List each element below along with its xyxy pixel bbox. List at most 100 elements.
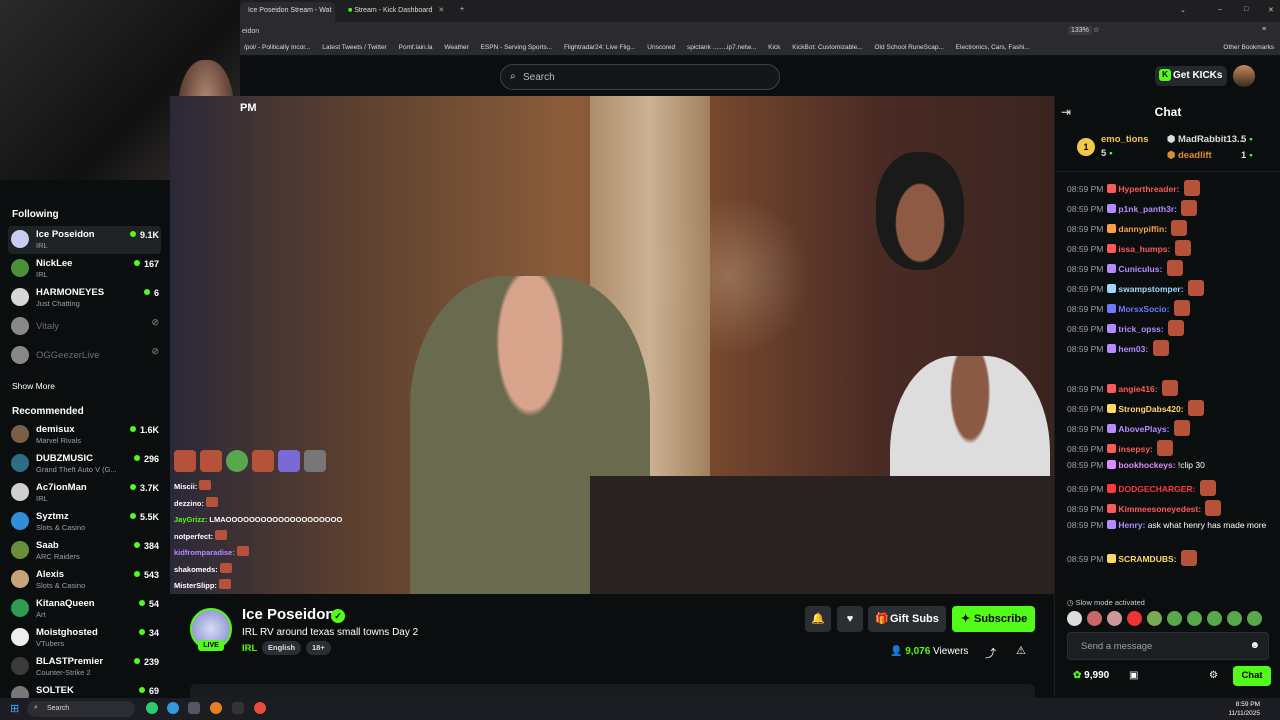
- bookmark-item[interactable]: /pol/ - Politically Incor...: [244, 44, 310, 51]
- bookmark-item[interactable]: KickBot: Customizable...: [792, 44, 862, 51]
- emote-icon[interactable]: [1227, 611, 1242, 626]
- chat-message[interactable]: 08:59 PM AbovePlays:: [1067, 420, 1275, 436]
- chat-message[interactable]: 08:59 PM SCRAMDUBS:: [1067, 550, 1275, 566]
- bookmark-star-icon[interactable]: ☆: [1093, 26, 1099, 34]
- leader-name[interactable]: ⬢ MadRabbit13...: [1167, 134, 1245, 145]
- bookmark-item[interactable]: Old School RuneScap...: [874, 44, 943, 51]
- channel-points[interactable]: ✿ 9,990: [1073, 670, 1109, 681]
- video-player[interactable]: PM Miscii: dezzino: JayGrizz: LMAOOOOOOOOOO…: [170, 96, 1054, 594]
- share-icon[interactable]: ⤴: [985, 645, 996, 661]
- chat-message[interactable]: 08:59 PM swampstomper:: [1067, 280, 1275, 296]
- chat-message[interactable]: 08:59 PM trick_opss:: [1067, 320, 1275, 336]
- zoom-level[interactable]: 133%: [1068, 26, 1092, 35]
- chat-message[interactable]: 08:59 PM insepsy:: [1067, 440, 1275, 456]
- chat-message[interactable]: 08:59 PM bookhockeys: !clip 30: [1067, 460, 1275, 471]
- sidebar-item-vitaly[interactable]: Vitaly ⊘: [8, 313, 161, 341]
- maximize-icon[interactable]: □: [1236, 2, 1252, 22]
- emote-icon[interactable]: [1127, 611, 1142, 626]
- message-user[interactable]: Kimmeesoneyedest:: [1118, 504, 1201, 514]
- subscribe-button[interactable]: ✦ Subscribe: [952, 606, 1035, 632]
- tab-ice-poseidon[interactable]: Ice Poseidon Stream - Wat✕: [240, 2, 335, 22]
- chat-message[interactable]: 08:59 PM p1nk_panth3r:: [1067, 200, 1275, 216]
- report-icon[interactable]: ⚠: [1016, 644, 1026, 657]
- chat-message[interactable]: 08:59 PM DODGECHARGER:: [1067, 480, 1275, 496]
- close-icon[interactable]: ✕: [438, 7, 444, 14]
- sidebar-item-ice-poseidon[interactable]: Ice Poseidon IRL 9.1K: [8, 226, 161, 254]
- steam-icon[interactable]: [188, 702, 200, 714]
- window-close-icon[interactable]: ✕: [1260, 2, 1276, 22]
- app-icon[interactable]: [254, 702, 266, 714]
- sidebar-item-kitanaqueen[interactable]: KitanaQueen Art 54: [8, 595, 161, 623]
- sidebar-item-oggeezerlive[interactable]: OGGeezerLive ⊘: [8, 342, 161, 370]
- bookmark-item[interactable]: spictank ........ip7.netw...: [687, 44, 756, 51]
- chat-message[interactable]: 08:59 PM StrongDabs420:: [1067, 400, 1275, 416]
- message-user[interactable]: angie416:: [1118, 384, 1157, 394]
- gear-icon[interactable]: ⚙: [1209, 670, 1218, 681]
- sidebar-item-alexis[interactable]: Alexis Slots & Casino 543: [8, 566, 161, 594]
- sidebar-item-blastpremier[interactable]: BLASTPremier Counter-Strike 2 239: [8, 653, 161, 681]
- chat-message[interactable]: 08:59 PM hem03:: [1067, 340, 1275, 356]
- bookmark-item[interactable]: Electronics, Cars, Fashi...: [956, 44, 1030, 51]
- spotify-icon[interactable]: [146, 702, 158, 714]
- emote-icon[interactable]: [1147, 611, 1162, 626]
- message-user[interactable]: MorsxSocio:: [1118, 304, 1169, 314]
- stream-category[interactable]: IRL: [242, 643, 257, 654]
- message-user[interactable]: AbovePlays:: [1118, 424, 1169, 434]
- system-clock[interactable]: 8:59 PM 11/11/2025: [1228, 700, 1260, 718]
- other-bookmarks[interactable]: Other Bookmarks: [1223, 44, 1274, 51]
- tag-language[interactable]: English: [262, 641, 302, 655]
- menu-icon[interactable]: ≡: [1262, 26, 1266, 33]
- chat-message[interactable]: 08:59 PM issa_humps:: [1067, 240, 1275, 256]
- sidebar-item-dubzmusic[interactable]: DUBZMUSIC Grand Theft Auto V (G... 296: [8, 450, 161, 478]
- bookmark-item[interactable]: Weather: [444, 44, 468, 51]
- message-user[interactable]: swampstomper:: [1118, 284, 1183, 294]
- emote-icon[interactable]: [1087, 611, 1102, 626]
- sidebar-item-nicklee[interactable]: NickLee IRL 167: [8, 255, 161, 283]
- get-kicks-button[interactable]: K Get KICKs: [1155, 66, 1227, 86]
- bookmark-item[interactable]: Latest Tweets / Twitter: [322, 44, 386, 51]
- chat-send-button[interactable]: Chat: [1233, 666, 1271, 686]
- firefox-icon[interactable]: [210, 702, 222, 714]
- leader-name[interactable]: emo_tions: [1101, 134, 1149, 145]
- chat-message[interactable]: 08:59 PM dannypiffin:: [1067, 220, 1275, 236]
- streamer-name[interactable]: Ice Poseidon: [242, 606, 335, 623]
- tab-kick-dashboard[interactable]: ■ Stream - Kick Dashboard ✕: [340, 2, 450, 22]
- message-user[interactable]: DODGECHARGER:: [1118, 484, 1195, 494]
- show-more-link[interactable]: Show More: [12, 381, 55, 391]
- bookmark-item[interactable]: Unscored: [647, 44, 675, 51]
- message-user[interactable]: Henry:: [1118, 520, 1145, 530]
- bell-icon[interactable]: 🔔: [805, 606, 831, 632]
- chat-message[interactable]: 08:59 PM angie416:: [1067, 380, 1275, 396]
- emote-icon[interactable]: [1207, 611, 1222, 626]
- tag-age[interactable]: 18+: [306, 641, 331, 655]
- chat-message[interactable]: 08:59 PM Henry: ask what henry has made m…: [1067, 520, 1275, 531]
- sidebar-item-harmoneyes[interactable]: HARMONEYES Just Chatting 6: [8, 284, 161, 312]
- message-user[interactable]: trick_opss:: [1118, 324, 1163, 334]
- app-icon[interactable]: [232, 702, 244, 714]
- bookmark-item[interactable]: Pomf.lain.la: [399, 44, 433, 51]
- minimize-icon[interactable]: –: [1210, 2, 1226, 22]
- emote-icon[interactable]: [1247, 611, 1262, 626]
- chat-message[interactable]: 08:59 PM Kimmeesoneyedest:: [1067, 500, 1275, 516]
- message-user[interactable]: dannypiffin:: [1118, 224, 1167, 234]
- bookmark-item[interactable]: Kick: [768, 44, 780, 51]
- emote-icon[interactable]: [1187, 611, 1202, 626]
- taskbar-search[interactable]: ⌕ Search: [27, 701, 135, 717]
- bookmark-item[interactable]: ESPN - Serving Sports...: [481, 44, 553, 51]
- user-avatar[interactable]: [1233, 65, 1255, 87]
- emote-icon[interactable]: [1107, 611, 1122, 626]
- message-user[interactable]: p1nk_panth3r:: [1118, 204, 1177, 214]
- chat-message[interactable]: 08:59 PM Hyperthreader:: [1067, 180, 1275, 196]
- chat-message[interactable]: 08:59 PM MorsxSocio:: [1067, 300, 1275, 316]
- chat-message[interactable]: 08:59 PM Cuniculus:: [1067, 260, 1275, 276]
- chrome-icon[interactable]: [167, 702, 179, 714]
- message-user[interactable]: bookhockeys:: [1118, 460, 1175, 470]
- chat-input[interactable]: Send a message ☻: [1067, 632, 1269, 660]
- sidebar-item-moistghosted[interactable]: Moistghosted VTubers 34: [8, 624, 161, 652]
- heart-icon[interactable]: ♥: [837, 606, 863, 632]
- gift-icon[interactable]: ▣: [1129, 670, 1138, 681]
- collapse-chat-icon[interactable]: ⇥: [1061, 96, 1071, 128]
- message-user[interactable]: StrongDabs420:: [1118, 404, 1183, 414]
- tab-list-icon[interactable]: ⌄: [1172, 2, 1188, 22]
- message-user[interactable]: Cuniculus:: [1118, 264, 1162, 274]
